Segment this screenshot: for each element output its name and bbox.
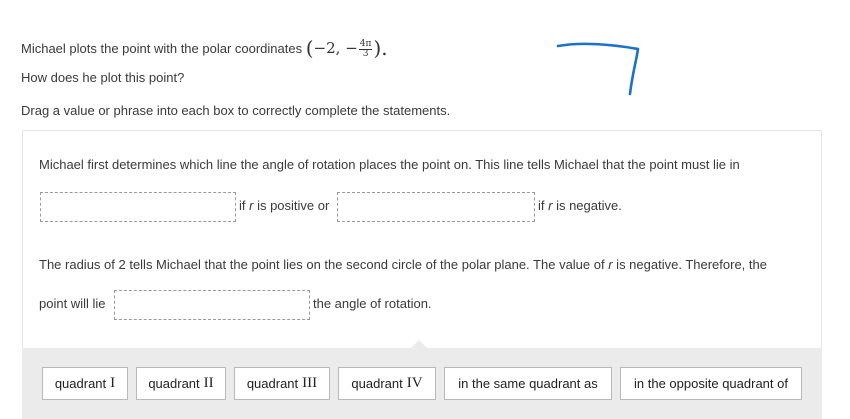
choice-quadrant-3[interactable]: quadrant III	[234, 367, 330, 400]
choice-label: quadrant	[54, 376, 107, 391]
choice-quadrant-2[interactable]: quadrant II	[136, 367, 226, 400]
statement-3: The radius of 2 tells Michael that the p…	[39, 257, 767, 272]
intro-text: Michael plots the point with the polar c…	[21, 41, 303, 56]
choice-label: in the opposite quadrant of	[634, 376, 788, 391]
statement-2a: if r is positive or	[239, 198, 329, 213]
frac-num: 4π	[358, 38, 373, 50]
statement-4-suffix: the angle of rotation.	[313, 296, 432, 311]
question-instructions: Drag a value or phrase into each box to …	[21, 103, 451, 118]
statement-1: Michael first determines which line the …	[39, 157, 740, 172]
s3-a: The radius of 2 tells Michael that the p…	[39, 257, 609, 272]
statement-2b: if r is negative.	[538, 198, 622, 213]
polar-coordinates: (−2, −4π 3).	[305, 36, 388, 60]
choice-roman: II	[203, 375, 214, 391]
coord-r: −2,	[313, 39, 341, 57]
choice-quadrant-4[interactable]: quadrant IV	[338, 367, 436, 400]
choice-roman: IV	[406, 375, 423, 391]
drop-box-3[interactable]	[114, 290, 310, 320]
question-line-2: How does he plot this point?	[21, 70, 185, 85]
question-intro: Michael plots the point with the polar c…	[21, 36, 388, 60]
choice-label: quadrant	[148, 376, 200, 391]
statement-panel: Michael first determines which line the …	[22, 130, 822, 350]
choice-quadrant-1[interactable]: quadrant I	[42, 367, 128, 400]
s2-if-2: if	[538, 198, 549, 213]
choice-label: in the same quadrant as	[458, 376, 598, 391]
choice-opposite-quadrant[interactable]: in the opposite quadrant of	[620, 367, 802, 400]
open-paren: (	[305, 36, 314, 60]
choice-roman: III	[302, 375, 318, 391]
scribble-annotation	[556, 42, 640, 96]
drop-box-2[interactable]	[337, 192, 535, 222]
choice-label: quadrant	[246, 376, 299, 391]
frac-den: 3	[362, 48, 369, 59]
choice-label: quadrant	[351, 376, 403, 391]
s2-if: if	[239, 198, 250, 213]
statement-4-prefix: point will lie	[39, 296, 106, 311]
s3-b: is negative. Therefore, the	[612, 257, 767, 272]
choice-roman: I	[110, 375, 116, 391]
s2-negative: is negative.	[552, 198, 622, 213]
coord-theta-fraction: 4π 3	[358, 38, 373, 59]
drop-box-1[interactable]	[40, 192, 236, 222]
s2-positive: is positive or	[253, 198, 330, 213]
coord-minus: −	[345, 39, 358, 57]
choice-same-quadrant[interactable]: in the same quadrant as	[444, 367, 612, 400]
close-paren: ).	[373, 36, 388, 60]
